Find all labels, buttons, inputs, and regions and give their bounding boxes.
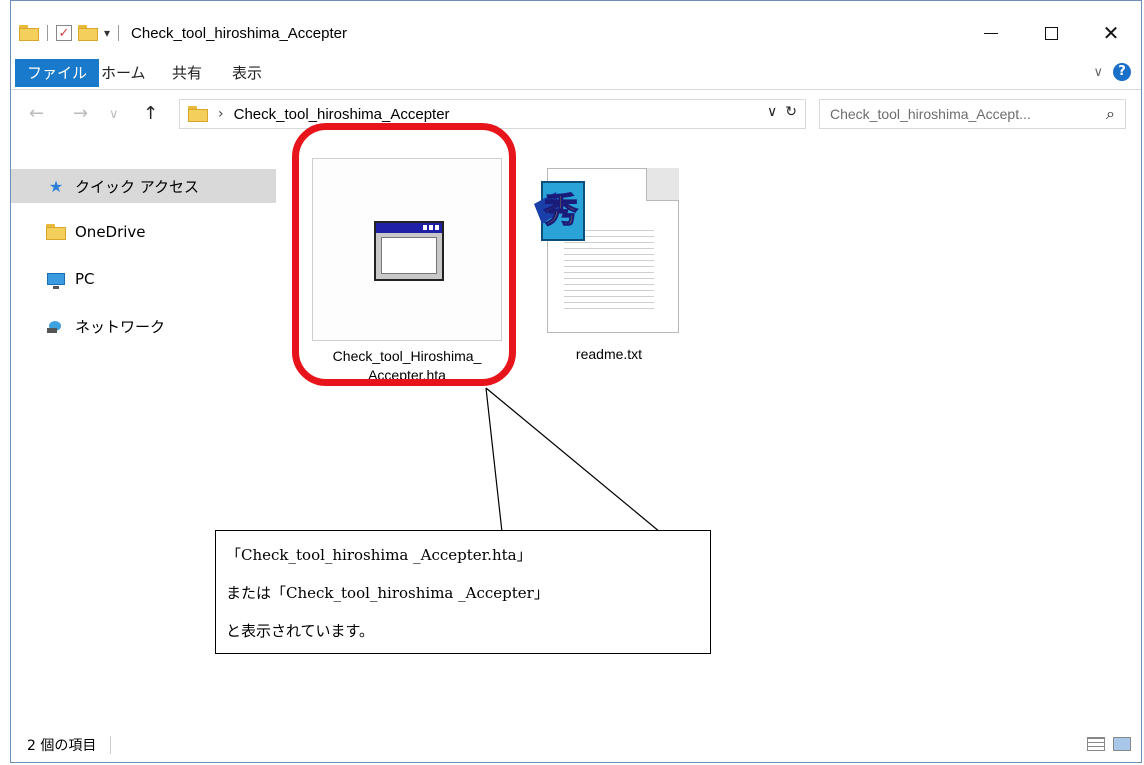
folder-icon: [188, 106, 208, 122]
callout-box: 「Check_tool_hiroshima _Accepter.hta」 または…: [215, 530, 711, 654]
up-arrow-icon[interactable]: ↑: [143, 103, 158, 124]
item-count: 2 個の項目: [27, 737, 97, 754]
recent-locations-icon[interactable]: ∨: [109, 107, 119, 122]
new-folder-icon[interactable]: [78, 25, 98, 41]
folder-icon: [45, 224, 67, 240]
address-dropdown-icon[interactable]: ∨: [767, 104, 777, 120]
refresh-icon[interactable]: ↻: [785, 104, 797, 120]
window-controls: ✕: [961, 15, 1141, 51]
sidebar-item-quick-access[interactable]: ★ クイック アクセス: [11, 169, 276, 203]
address-path[interactable]: Check_tool_hiroshima_Accepter: [234, 106, 450, 123]
folder-icon: [19, 25, 39, 41]
file-name-line: Check_tool_Hiroshima_: [332, 348, 482, 364]
tab-file[interactable]: ファイル: [15, 59, 100, 87]
quick-access-toolbar: ✓ ▾ Check_tool_hiroshima_Accepter: [19, 21, 347, 45]
close-button[interactable]: ✕: [1081, 15, 1141, 51]
address-bar[interactable]: › Check_tool_hiroshima_Accepter ∨ ↻: [179, 99, 806, 129]
search-box[interactable]: Check_tool_hiroshima_Accept... ⌕: [819, 99, 1126, 129]
tab-view[interactable]: 表示: [220, 59, 274, 87]
forward-arrow-icon[interactable]: →: [73, 103, 88, 124]
help-icon[interactable]: ?: [1113, 63, 1131, 81]
callout-line: 「Check_tool_hiroshima _Accepter.hta」: [226, 546, 532, 564]
sidebar-item-network[interactable]: ネットワーク: [11, 309, 276, 343]
details-view-icon[interactable]: [1087, 737, 1105, 751]
ribbon: ファイル ホーム 共有 表示 ∨ ?: [11, 57, 1141, 90]
file-item-hta[interactable]: Check_tool_Hiroshima_ Accepter.hta: [312, 158, 502, 383]
network-icon: [45, 319, 67, 333]
status-bar: 2 個の項目: [11, 727, 1141, 762]
sidebar-item-label: クイック アクセス: [75, 177, 200, 196]
tab-share[interactable]: 共有: [160, 59, 214, 87]
sidebar-item-label: PC: [75, 270, 95, 288]
divider: [47, 25, 48, 41]
view-switcher: [1087, 737, 1131, 751]
navigation-row: ← → ∨ ↑ › Check_tool_hiroshima_Accepter …: [11, 97, 1141, 131]
sidebar-item-onedrive[interactable]: OneDrive: [11, 215, 276, 249]
back-arrow-icon[interactable]: ←: [29, 103, 44, 124]
hta-application-icon: [374, 221, 444, 281]
badge-glyph: 秀: [543, 191, 578, 231]
file-name-line: Accepter.hta: [368, 367, 446, 383]
close-icon: ✕: [1102, 21, 1120, 45]
ribbon-right: ∨ ?: [1093, 63, 1131, 81]
address-actions: ∨ ↻: [767, 104, 797, 120]
maximize-button[interactable]: [1021, 15, 1081, 51]
search-placeholder[interactable]: Check_tool_hiroshima_Accept...: [830, 106, 1090, 122]
hidemaru-editor-icon: 秀: [534, 181, 585, 241]
sidebar-item-label: ネットワーク: [75, 317, 166, 336]
callout-line: または「Check_tool_hiroshima _Accepter」: [226, 584, 549, 602]
title-bar: ✓ ▾ Check_tool_hiroshima_Accepter ✕: [11, 1, 1141, 57]
divider: [110, 735, 112, 754]
expand-ribbon-icon[interactable]: ∨: [1093, 65, 1103, 80]
breadcrumb-chevron-icon[interactable]: ›: [218, 106, 224, 122]
minimize-button[interactable]: [961, 15, 1021, 51]
callout-line: と表示されています。: [226, 622, 375, 640]
qat-dropdown-icon[interactable]: ▾: [104, 26, 110, 40]
minimize-icon: [984, 32, 998, 34]
file-name: readme.txt: [575, 346, 643, 362]
tab-home[interactable]: ホーム: [89, 59, 158, 87]
divider: [118, 25, 120, 41]
file-name: Check_tool_Hiroshima_ Accepter.hta: [313, 347, 501, 385]
properties-checkbox-icon[interactable]: ✓: [56, 25, 72, 41]
file-item-readme[interactable]: 秀 readme.txt: [534, 158, 684, 368]
maximize-icon: [1044, 26, 1058, 40]
window-title: Check_tool_hiroshima_Accepter: [131, 24, 347, 42]
star-icon: ★: [48, 176, 64, 196]
computer-icon: [45, 273, 67, 289]
page-fold: [646, 168, 679, 201]
large-icons-view-icon[interactable]: [1113, 737, 1131, 751]
sidebar-item-pc[interactable]: PC: [11, 262, 276, 296]
sidebar-item-label: OneDrive: [75, 223, 146, 241]
search-icon[interactable]: ⌕: [1106, 104, 1115, 124]
